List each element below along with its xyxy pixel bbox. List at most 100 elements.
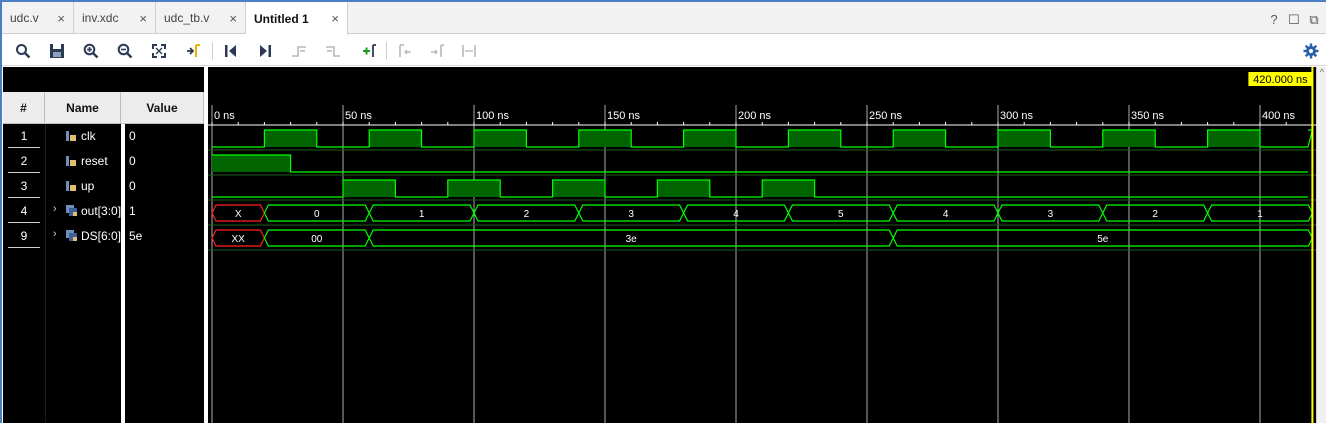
clk-wave-high-fill <box>1207 130 1260 147</box>
time-tick-label: 100 ns <box>476 110 510 122</box>
clk-wave-high-fill <box>683 130 736 147</box>
tab-udc-tb-v[interactable]: udc_tb.v × <box>156 2 246 34</box>
swap-cursors-icon[interactable] <box>458 40 480 62</box>
close-icon[interactable]: × <box>331 11 339 26</box>
out-bus-value-label: X <box>235 209 242 220</box>
close-icon[interactable]: × <box>229 11 237 26</box>
signal-name: reset <box>81 154 108 168</box>
signal-index: 1 <box>20 129 28 143</box>
bus-signal-icon <box>65 229 78 242</box>
clk-wave-high-fill <box>1102 130 1156 147</box>
time-tick-label: 0 ns <box>214 110 235 122</box>
tab-untitled-1[interactable]: Untitled 1 × <box>246 2 348 35</box>
go-to-last-time-icon[interactable] <box>254 40 276 62</box>
time-cursor-label: 420.000 ns <box>1253 74 1308 86</box>
scroll-up-arrow[interactable]: ^ <box>1318 67 1326 77</box>
tab-label: udc_tb.v <box>164 11 210 25</box>
up-wave-high-fill <box>657 180 710 197</box>
time-tick-label: 300 ns <box>1000 110 1034 122</box>
clk-wave-high-fill <box>893 130 946 147</box>
previous-transition-icon[interactable] <box>288 40 310 62</box>
editor-tab-bar: udc.v × inv.xdc × udc_tb.v × Untitled 1 … <box>2 2 1326 35</box>
zoom-in-icon[interactable] <box>80 40 102 62</box>
reset-wave-high-fill <box>212 155 291 172</box>
signal-name: up <box>81 179 95 193</box>
signal-name: clk <box>81 129 96 143</box>
column-header-name[interactable]: Name <box>45 92 121 124</box>
reset-waveform <box>212 154 1308 173</box>
signal-row-up[interactable]: 3 up 0 <box>3 174 204 199</box>
time-tick-label: 350 ns <box>1131 110 1165 122</box>
help-icon[interactable]: ? <box>1268 12 1280 28</box>
zoom-search-icon[interactable] <box>12 40 34 62</box>
clk-wave-high-fill <box>998 130 1051 147</box>
go-to-time-zero-icon[interactable] <box>220 40 242 62</box>
out-bus-value-label: 1 <box>1257 209 1263 220</box>
DS-bus-value-label: XX <box>232 234 246 245</box>
column-header-value[interactable]: Value <box>121 92 204 124</box>
signal-name: out[3:0] <box>81 204 121 218</box>
clk-wave-high-fill <box>788 130 841 147</box>
time-tick-label: 150 ns <box>607 110 641 122</box>
clk-wave-high-fill <box>264 130 317 147</box>
chevron-right-icon[interactable]: › <box>53 203 57 215</box>
clk-wave-high-fill <box>369 130 422 147</box>
DS-bus-value-label: 5e <box>1097 234 1109 245</box>
close-icon[interactable]: × <box>139 11 147 26</box>
bit-signal-icon <box>65 154 78 167</box>
next-transition-icon[interactable] <box>322 40 344 62</box>
vertical-scrollbar[interactable]: ^ <box>1316 67 1326 423</box>
window-controls: ? ☐ ⧉ <box>1268 12 1320 28</box>
up-wave-high-fill <box>552 180 605 197</box>
restore-icon[interactable]: ☐ <box>1288 12 1300 28</box>
zoom-out-icon[interactable] <box>114 40 136 62</box>
up-wave-high-fill <box>762 180 815 197</box>
signal-value: 5e <box>129 229 143 243</box>
signal-row-ds[interactable]: 9 › DS[6:0] 5e <box>3 224 204 249</box>
time-tick-label: 200 ns <box>738 110 772 122</box>
tab-udc-v[interactable]: udc.v × <box>2 2 74 34</box>
signal-row-clk[interactable]: 1 clk 0 <box>3 124 204 149</box>
clk-wave-high-fill <box>578 130 632 147</box>
column-header-num[interactable]: # <box>3 92 45 124</box>
gear-icon[interactable] <box>1300 40 1322 62</box>
out-bus-value-label: 3 <box>1048 209 1054 220</box>
up-wave-high-fill <box>447 180 501 197</box>
time-tick-label: 250 ns <box>869 110 903 122</box>
chevron-right-icon[interactable]: › <box>53 228 57 240</box>
out-bus-value-label: 4 <box>733 209 739 220</box>
signal-value: 0 <box>129 179 136 193</box>
out-bus-value-label: 4 <box>943 209 949 220</box>
out-bus-value-label: 1 <box>419 209 425 220</box>
waveform-toolbar <box>2 35 1326 66</box>
next-marker-icon[interactable] <box>426 40 448 62</box>
out-bus-value-label: 0 <box>314 209 320 220</box>
signal-value: 0 <box>129 129 136 143</box>
bit-signal-icon <box>65 129 78 142</box>
bus-signal-icon <box>65 204 78 217</box>
save-icon[interactable] <box>46 40 68 62</box>
signal-row-out[interactable]: 4 › out[3:0] 1 <box>3 199 204 224</box>
bit-signal-icon <box>65 179 78 192</box>
zoom-fit-icon[interactable] <box>148 40 170 62</box>
waveform-canvas[interactable]: 0 ns 50 ns 100 ns 150 ns 200 ns 250 ns 300 ns 3… <box>208 67 1316 423</box>
add-marker-icon[interactable] <box>358 40 380 62</box>
previous-marker-icon[interactable] <box>394 40 416 62</box>
out-bus-value-label: 5 <box>838 209 844 220</box>
signal-name: DS[6:0] <box>81 229 121 243</box>
signal-value: 1 <box>129 204 136 218</box>
detach-icon[interactable]: ⧉ <box>1308 12 1320 28</box>
signal-list-pane: # Name Value 1 clk 0 2 reset 0 3 up 0 4 … <box>3 67 204 423</box>
signal-list-header: # Name Value <box>3 92 204 124</box>
signal-index: 3 <box>20 179 28 193</box>
signal-index: 4 <box>20 204 28 218</box>
tab-label: Untitled 1 <box>254 11 309 26</box>
time-tick-label: 400 ns <box>1262 110 1296 122</box>
tab-label: inv.xdc <box>82 11 119 25</box>
tab-inv-xdc[interactable]: inv.xdc × <box>74 2 156 34</box>
signal-index: 2 <box>20 154 28 168</box>
waveform-pane[interactable]: 0 ns 50 ns 100 ns 150 ns 200 ns 250 ns 300 ns 3… <box>208 67 1316 423</box>
close-icon[interactable]: × <box>57 11 65 26</box>
signal-row-reset[interactable]: 2 reset 0 <box>3 149 204 174</box>
go-to-cursor-icon[interactable] <box>182 40 204 62</box>
